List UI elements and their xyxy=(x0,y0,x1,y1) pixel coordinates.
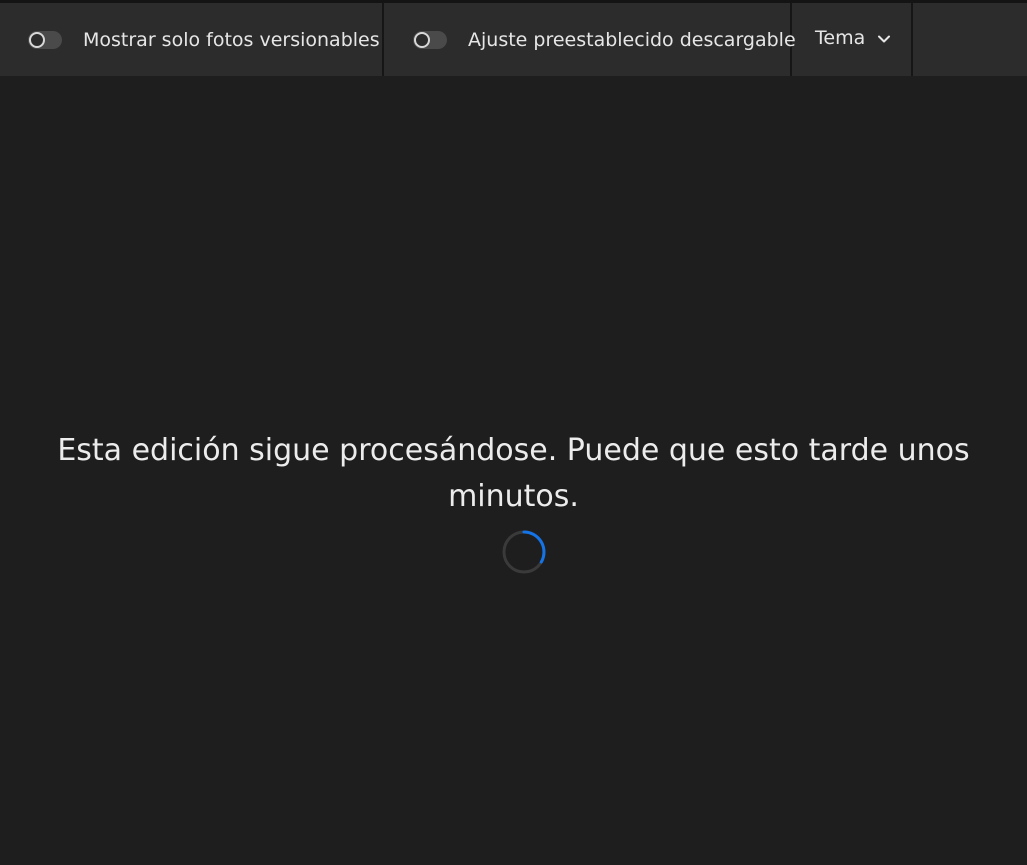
toolbar-section-versionable: Mostrar solo fotos versionables xyxy=(0,3,384,76)
theme-dropdown-label: Tema xyxy=(815,27,866,49)
theme-dropdown[interactable]: Tema xyxy=(792,3,913,76)
versionable-photos-label: Mostrar solo fotos versionables xyxy=(83,28,380,51)
toolbar-section-preset: Ajuste preestablecido descargable xyxy=(384,3,796,76)
downloadable-preset-label: Ajuste preestablecido descargable xyxy=(468,28,796,51)
versionable-photos-switch[interactable] xyxy=(28,30,62,49)
downloadable-preset-switch[interactable] xyxy=(413,30,447,49)
toggle-downloadable-preset[interactable]: Ajuste preestablecido descargable xyxy=(413,29,796,51)
loading-spinner-icon xyxy=(502,530,546,574)
filter-toolbar: Mostrar solo fotos versionables Ajuste p… xyxy=(0,0,1027,76)
app-window: Mostrar solo fotos versionables Ajuste p… xyxy=(0,0,1027,865)
main-content: Esta edición sigue procesándose. Puede q… xyxy=(0,76,1027,865)
toggle-versionable-photos[interactable]: Mostrar solo fotos versionables xyxy=(28,29,380,51)
chevron-down-icon xyxy=(877,31,891,45)
processing-status-message: Esta edición sigue procesándose. Puede q… xyxy=(57,433,970,514)
switch-knob xyxy=(29,31,45,48)
switch-knob xyxy=(414,31,430,48)
